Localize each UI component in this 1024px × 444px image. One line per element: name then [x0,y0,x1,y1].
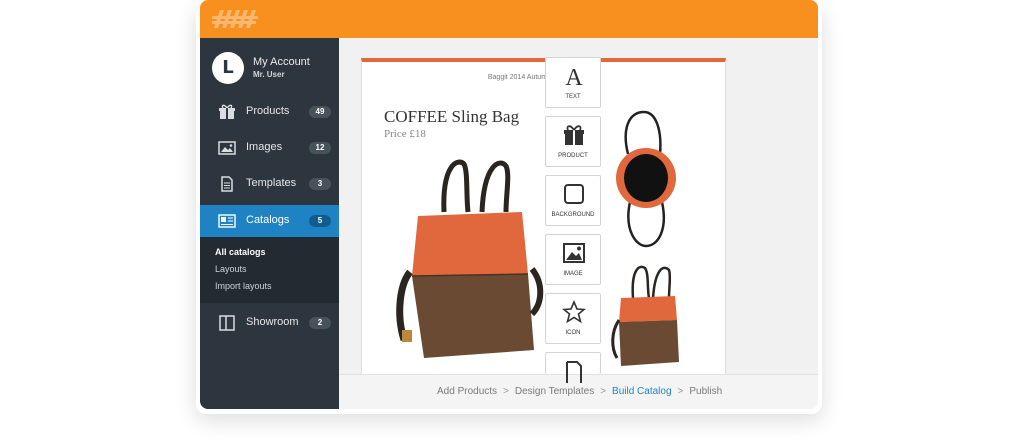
count-badge: 2 [309,317,331,329]
sidebar-item-catalogs[interactable]: Catalogs 5 [200,205,339,237]
element-toolbar: A TEXT PRODUCT BACKGROUND IMAGE ICON [545,57,601,383]
chevron-right-icon: > [600,386,607,397]
app-window: L My Account Mr. User Products 49 Images… [200,0,818,409]
catalog-page[interactable]: Baggit 2014 Autumn (EU) Catalogue COFFEE… [361,58,726,378]
square-icon [564,184,584,204]
svg-text:A: A [565,65,583,88]
gift-icon [219,104,235,119]
count-badge: 49 [309,106,331,118]
chevron-right-icon: > [503,386,509,397]
account-user: Mr. User [253,70,285,79]
product-name[interactable]: COFFEE Sling Bag [384,107,519,127]
submenu-item-all-catalogs[interactable]: All catalogs [215,247,266,257]
chevron-right-icon: > [677,386,684,397]
avatar[interactable]: L [212,52,244,84]
product-image-top[interactable] [602,110,692,250]
product-image-main[interactable] [382,154,552,364]
sidebar-item-products[interactable]: Products 49 [200,96,339,128]
breadcrumb-step-publish[interactable]: Publish [689,386,722,397]
image-icon [563,243,585,263]
tool-label: ICON [565,330,581,336]
tool-product[interactable]: PRODUCT [545,116,601,167]
product-image-small[interactable] [607,262,687,372]
top-bar [200,0,818,38]
breadcrumb-step-add-products[interactable]: Add Products [437,386,497,397]
document-icon [221,176,233,192]
tool-document[interactable] [545,352,601,383]
catalogs-submenu: All catalogs Layouts Import layouts [200,237,339,303]
tool-label: PRODUCT [558,153,588,159]
count-badge: 5 [309,215,331,227]
brand-logo [212,10,258,28]
sidebar-item-label: Products [246,105,290,117]
account-title[interactable]: My Account [253,56,310,68]
tool-background[interactable]: BACKGROUND [545,175,601,226]
sidebar-item-label: Templates [246,177,297,189]
count-badge: 3 [309,178,331,190]
sidebar-item-templates[interactable]: Templates 3 [200,168,339,200]
text-icon: A [565,65,583,88]
tool-image[interactable]: IMAGE [545,234,601,285]
tool-text[interactable]: A TEXT [545,57,601,108]
gift-icon [564,125,584,145]
account-panel[interactable]: L My Account Mr. User [200,38,339,96]
image-icon [218,141,236,155]
submenu-item-import-layouts[interactable]: Import layouts [215,281,272,291]
showroom-icon [219,315,235,331]
sidebar-item-images[interactable]: Images 12 [200,132,339,164]
tool-label: BACKGROUND [551,212,595,218]
count-badge: 12 [309,142,331,154]
sidebar: L My Account Mr. User Products 49 Images… [200,38,339,409]
tool-icon[interactable]: ICON [545,293,601,344]
star-icon [562,300,586,324]
tool-label: TEXT [565,94,581,100]
sidebar-item-showroom[interactable]: Showroom 2 [200,307,339,339]
product-price[interactable]: Price £18 [384,128,426,140]
breadcrumb-step-design-templates[interactable]: Design Templates [515,386,594,397]
submenu-item-layouts[interactable]: Layouts [215,264,247,274]
tool-label: IMAGE [563,271,583,277]
document-icon [566,361,582,383]
catalog-icon [218,214,236,228]
sidebar-item-label: Catalogs [246,214,290,226]
sidebar-item-label: Showroom [246,316,299,328]
sidebar-item-label: Images [246,141,283,153]
breadcrumb-step-build-catalog[interactable]: Build Catalog [612,386,671,397]
